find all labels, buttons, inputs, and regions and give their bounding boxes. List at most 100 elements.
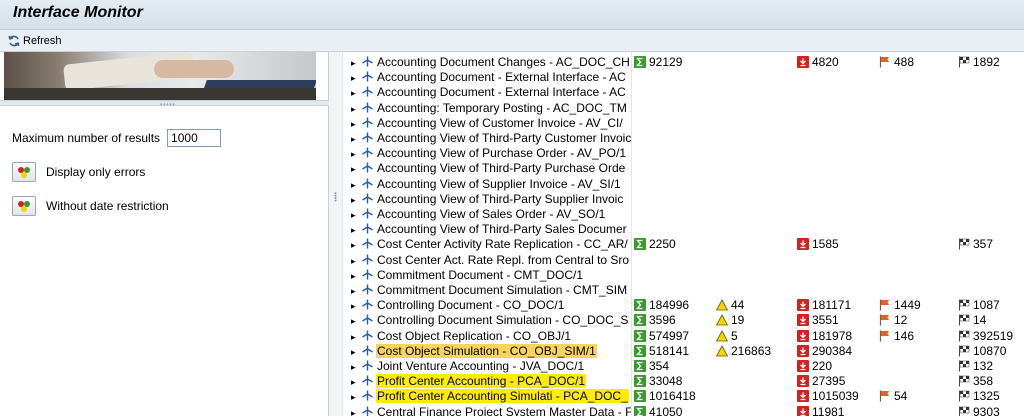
warning-count-cell[interactable]: 19 xyxy=(716,312,744,328)
success-count-cell[interactable]: 1016418 xyxy=(634,388,696,404)
warning-count-cell[interactable]: 44 xyxy=(716,297,744,313)
expand-arrow-icon[interactable]: ▸ xyxy=(351,74,356,83)
total-count-cell[interactable]: 357 xyxy=(958,236,993,252)
tree-row[interactable]: ▸ Cost Center Activity Rate Replication … xyxy=(343,236,1024,252)
error-count-cell[interactable]: 181978 xyxy=(797,328,852,344)
success-count-cell[interactable]: 184996 xyxy=(634,297,689,313)
expand-arrow-icon[interactable]: ▸ xyxy=(351,165,356,174)
expand-arrow-icon[interactable]: ▸ xyxy=(351,332,356,342)
error-count-cell[interactable]: 290384 xyxy=(797,343,852,359)
tree-row[interactable]: ▸ Central Finance Project System Master … xyxy=(343,404,1024,416)
success-count-cell[interactable]: 574997 xyxy=(634,328,689,344)
error-count-cell[interactable]: 27395 xyxy=(797,373,845,389)
warning-count-cell[interactable]: 216863 xyxy=(716,343,771,359)
expand-arrow-icon[interactable]: ▸ xyxy=(351,347,356,357)
tree-row[interactable]: ▸ Accounting View of Supplier Invoice - … xyxy=(343,176,1024,192)
display-errors-row: Display only errors xyxy=(12,162,145,182)
expand-arrow-icon[interactable]: ▸ xyxy=(351,59,356,68)
flag-count-cell[interactable]: 54 xyxy=(879,388,907,404)
expand-arrow-icon[interactable]: ▸ xyxy=(351,211,356,220)
expand-arrow-icon[interactable]: ▸ xyxy=(351,302,356,311)
total-count-cell[interactable]: 14 xyxy=(958,312,986,328)
expand-arrow-icon[interactable]: ▸ xyxy=(351,408,356,416)
expand-arrow-icon[interactable]: ▸ xyxy=(351,119,356,129)
expand-arrow-icon[interactable]: ▸ xyxy=(351,135,356,144)
total-count-cell[interactable]: 10870 xyxy=(958,343,1006,359)
error-count-cell[interactable]: 1585 xyxy=(797,236,839,252)
tree-row[interactable]: ▸ Cost Object Replication - CO_OBJ/1 574… xyxy=(343,328,1024,344)
sum-icon xyxy=(634,360,646,372)
expand-arrow-icon[interactable]: ▸ xyxy=(351,317,356,326)
error-count-cell[interactable]: 181171 xyxy=(797,297,851,313)
interface-node-icon xyxy=(362,117,373,128)
expand-arrow-icon[interactable]: ▸ xyxy=(351,195,356,205)
expand-arrow-icon[interactable]: ▸ xyxy=(351,287,356,296)
interface-tree: ▸ Accounting Document Changes - AC_DOC_C… xyxy=(343,52,1024,416)
tree-row[interactable]: ▸ Accounting View of Third-Party Sales D… xyxy=(343,221,1024,237)
error-count-cell[interactable]: 1015039 xyxy=(797,388,859,404)
total-count-cell[interactable]: 9303 xyxy=(958,404,1000,416)
tree-row[interactable]: ▸ Controlling Document - CO_DOC/1 184996… xyxy=(343,297,1024,313)
tree-row[interactable]: ▸ Controlling Document Simulation - CO_D… xyxy=(343,312,1024,328)
horizontal-splitter[interactable]: ▪▪▪▪▪ xyxy=(0,100,329,108)
flag-count-cell[interactable]: 488 xyxy=(879,54,914,70)
success-count-cell[interactable]: 92129 xyxy=(634,54,682,70)
tree-row[interactable]: ▸ Profit Center Accounting - PCA_DOC/1 3… xyxy=(343,373,1024,389)
total-count-cell[interactable]: 132 xyxy=(958,358,993,374)
expand-arrow-icon[interactable]: ▸ xyxy=(351,104,356,114)
tree-row[interactable]: ▸ Accounting View of Third-Party Supplie… xyxy=(343,191,1024,207)
refresh-button[interactable]: Refresh xyxy=(6,33,62,49)
tree-row[interactable]: ▸ Accounting Document Changes - AC_DOC_C… xyxy=(343,54,1024,70)
error-count-cell[interactable]: 3551 xyxy=(797,312,839,328)
total-count-cell[interactable]: 1325 xyxy=(958,388,1000,404)
expand-arrow-icon[interactable]: ▸ xyxy=(351,226,356,235)
tree-row[interactable]: ▸ Cost Center Act. Rate Repl. from Centr… xyxy=(343,252,1024,268)
total-count-cell[interactable]: 392519 xyxy=(958,328,1013,344)
expand-arrow-icon[interactable]: ▸ xyxy=(351,363,356,372)
expand-arrow-icon[interactable]: ▸ xyxy=(351,393,356,402)
expand-arrow-icon[interactable]: ▸ xyxy=(351,180,356,190)
tree-row[interactable]: ▸ Accounting View of Sales Order - AV_SO… xyxy=(343,206,1024,222)
error-icon xyxy=(797,405,809,416)
error-count-cell[interactable]: 220 xyxy=(797,358,832,374)
display-errors-button[interactable] xyxy=(12,162,36,182)
vertical-splitter[interactable]: •••• xyxy=(329,52,343,416)
success-count-cell[interactable]: 33048 xyxy=(634,373,682,389)
success-count-cell[interactable]: 41050 xyxy=(634,404,682,416)
expand-arrow-icon[interactable]: ▸ xyxy=(351,150,356,159)
tree-row[interactable]: ▸ Accounting View of Customer Invoice - … xyxy=(343,115,1024,131)
tree-row[interactable]: ▸ Joint Venture Accounting - JVA_DOC/1 3… xyxy=(343,358,1024,374)
expand-arrow-icon[interactable]: ▸ xyxy=(351,241,356,250)
expand-arrow-icon[interactable]: ▸ xyxy=(351,271,356,281)
tree-row[interactable]: ▸ Accounting View of Purchase Order - AV… xyxy=(343,145,1024,161)
tree-row[interactable]: ▸ Commitment Document Simulation - CMT_S… xyxy=(343,282,1024,298)
success-count-cell[interactable]: 2250 xyxy=(634,236,676,252)
success-count-cell[interactable]: 354 xyxy=(634,358,669,374)
total-count-cell[interactable]: 358 xyxy=(958,373,993,389)
no-date-button[interactable] xyxy=(12,196,36,216)
flag-count-cell[interactable]: 146 xyxy=(879,328,914,344)
success-count-cell[interactable]: 3596 xyxy=(634,312,676,328)
tree-row[interactable]: ▸ Profit Center Accounting Simulati - PC… xyxy=(343,388,1024,404)
expand-arrow-icon[interactable]: ▸ xyxy=(351,89,356,98)
total-count-cell[interactable]: 1087 xyxy=(958,297,1000,313)
error-count-cell[interactable]: 4820 xyxy=(797,54,839,70)
max-results-input[interactable] xyxy=(167,129,222,147)
warning-count-cell[interactable]: 5 xyxy=(716,328,738,344)
header-photo xyxy=(4,52,316,100)
tree-row[interactable]: ▸ Accounting Document - External Interfa… xyxy=(343,84,1024,100)
tree-row[interactable]: ▸ Cost Object Simulation - CO_OBJ_SIM/1 … xyxy=(343,343,1024,359)
expand-arrow-icon[interactable]: ▸ xyxy=(351,378,356,387)
tree-row[interactable]: ▸ Accounting: Temporary Posting - AC_DOC… xyxy=(343,100,1024,116)
tree-row[interactable]: ▸ Accounting Document - External Interfa… xyxy=(343,69,1024,85)
tree-row[interactable]: ▸ Accounting View of Third-Party Custome… xyxy=(343,130,1024,146)
tree-row[interactable]: ▸ Commitment Document - CMT_DOC/1 xyxy=(343,267,1024,283)
flag-count-cell[interactable]: 1449 xyxy=(879,297,921,313)
expand-arrow-icon[interactable]: ▸ xyxy=(351,256,356,266)
error-count-cell[interactable]: 11981 xyxy=(797,404,844,416)
tree-row[interactable]: ▸ Accounting View of Third-Party Purchas… xyxy=(343,160,1024,176)
total-count-cell[interactable]: 1892 xyxy=(958,54,1000,70)
success-count-cell[interactable]: 518141 xyxy=(634,343,689,359)
title-bar: Interface Monitor xyxy=(0,0,1024,30)
flag-count-cell[interactable]: 12 xyxy=(879,312,907,328)
